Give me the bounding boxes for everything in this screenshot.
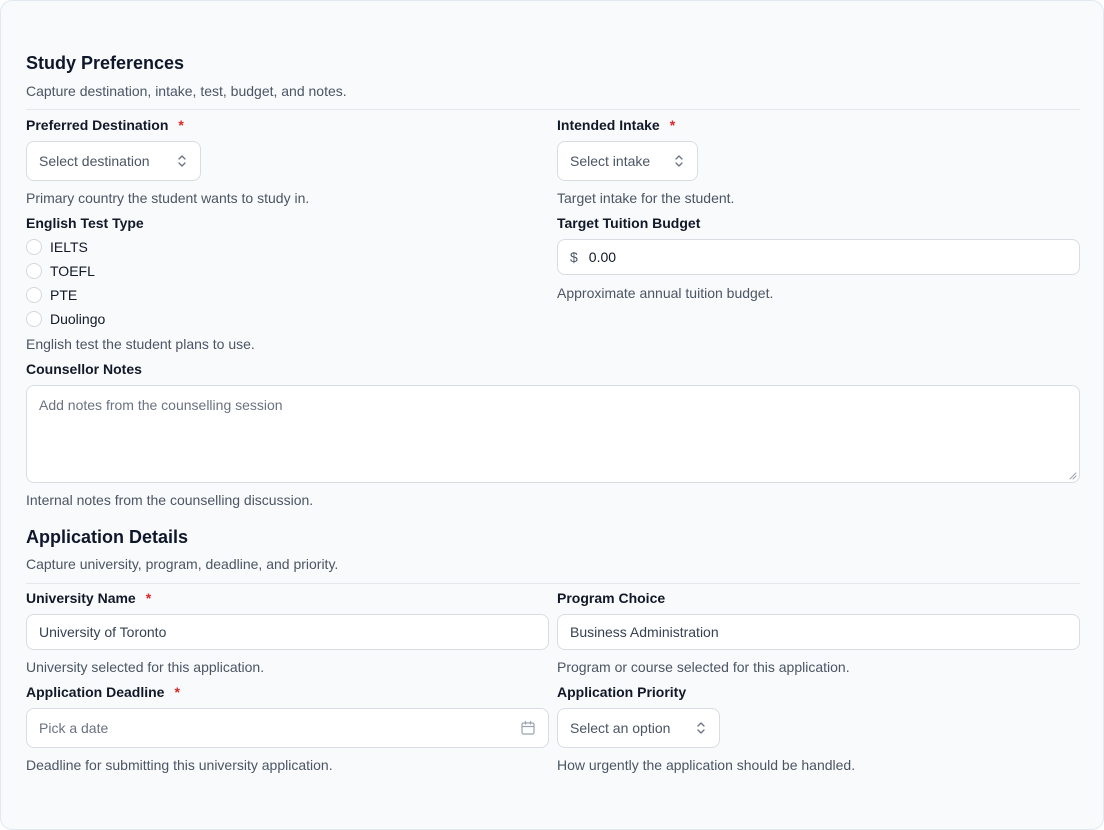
priority-select-value: Select an option [570, 720, 671, 736]
calendar-icon[interactable] [520, 720, 536, 736]
chevron-up-down-icon [176, 154, 188, 168]
university-help: University selected for this application… [26, 659, 265, 675]
chevron-up-down-icon [673, 154, 685, 168]
currency-symbol: $ [570, 249, 578, 265]
budget-input[interactable]: $ 0.00 [557, 239, 1080, 275]
deadline-date-picker[interactable]: Pick a date [26, 708, 549, 748]
resize-handle-icon[interactable] [1068, 471, 1077, 480]
radio-button[interactable] [26, 311, 42, 327]
required-marker: * [174, 684, 180, 700]
radio-button[interactable] [26, 263, 42, 279]
radio-label: PTE [50, 287, 78, 303]
deadline-placeholder: Pick a date [39, 720, 109, 736]
budget-help: Approximate annual tuition budget. [557, 285, 774, 301]
notes-textarea[interactable]: Add notes from the counselling session [26, 385, 1080, 483]
university-value: University of Toronto [39, 624, 167, 640]
intake-select[interactable]: Select intake [557, 141, 698, 181]
priority-label: Application Priority [557, 684, 687, 700]
section-divider [26, 583, 1080, 584]
radio-label: IELTS [50, 239, 88, 255]
radio-label: TOEFL [50, 263, 95, 279]
english-test-radio-group: IELTS TOEFL PTE Duolingo [26, 237, 105, 329]
deadline-label: Application Deadline * [26, 684, 180, 700]
priority-select[interactable]: Select an option [557, 708, 720, 748]
required-marker: * [145, 590, 152, 606]
required-marker: * [178, 117, 184, 133]
destination-select-value: Select destination [39, 153, 150, 169]
section-description-application: Capture university, program, deadline, a… [26, 556, 339, 572]
priority-help: How urgently the application should be h… [557, 757, 856, 773]
english-test-help: English test the student plans to use. [26, 336, 255, 352]
radio-button[interactable] [26, 287, 42, 303]
radio-button[interactable] [26, 239, 42, 255]
section-title-application: Application Details [26, 527, 189, 547]
program-value: Business Administration [570, 624, 719, 640]
radio-option-pte[interactable]: PTE [26, 285, 105, 305]
destination-help: Primary country the student wants to stu… [26, 190, 310, 206]
university-label: University Name * [26, 590, 152, 606]
deadline-help: Deadline for submitting this university … [26, 757, 333, 773]
notes-label: Counsellor Notes [26, 361, 142, 377]
section-description-study: Capture destination, intake, test, budge… [26, 83, 347, 99]
form-card: Study Preferences Capture destination, i… [0, 0, 1104, 830]
notes-placeholder: Add notes from the counselling session [39, 397, 283, 413]
chevron-up-down-icon [695, 721, 707, 735]
budget-label: Target Tuition Budget [557, 215, 701, 231]
english-test-label: English Test Type [26, 215, 144, 231]
intake-label: Intended Intake * [557, 117, 676, 133]
budget-value: 0.00 [588, 249, 617, 265]
program-input[interactable]: Business Administration [557, 614, 1080, 650]
university-input[interactable]: University of Toronto [26, 614, 549, 650]
notes-help: Internal notes from the counselling disc… [26, 492, 314, 508]
radio-option-ielts[interactable]: IELTS [26, 237, 105, 257]
intake-help: Target intake for the student. [557, 190, 735, 206]
destination-select[interactable]: Select destination [26, 141, 201, 181]
program-label: Program Choice [557, 590, 666, 606]
radio-label: Duolingo [50, 311, 106, 327]
radio-option-toefl[interactable]: TOEFL [26, 261, 105, 281]
destination-label: Preferred Destination * [26, 117, 184, 133]
section-divider [26, 109, 1080, 110]
program-help: Program or course selected for this appl… [557, 659, 850, 675]
required-marker: * [669, 117, 676, 133]
intake-select-value: Select intake [570, 153, 651, 169]
radio-option-duolingo[interactable]: Duolingo [26, 309, 105, 329]
section-title-study: Study Preferences [26, 53, 185, 73]
